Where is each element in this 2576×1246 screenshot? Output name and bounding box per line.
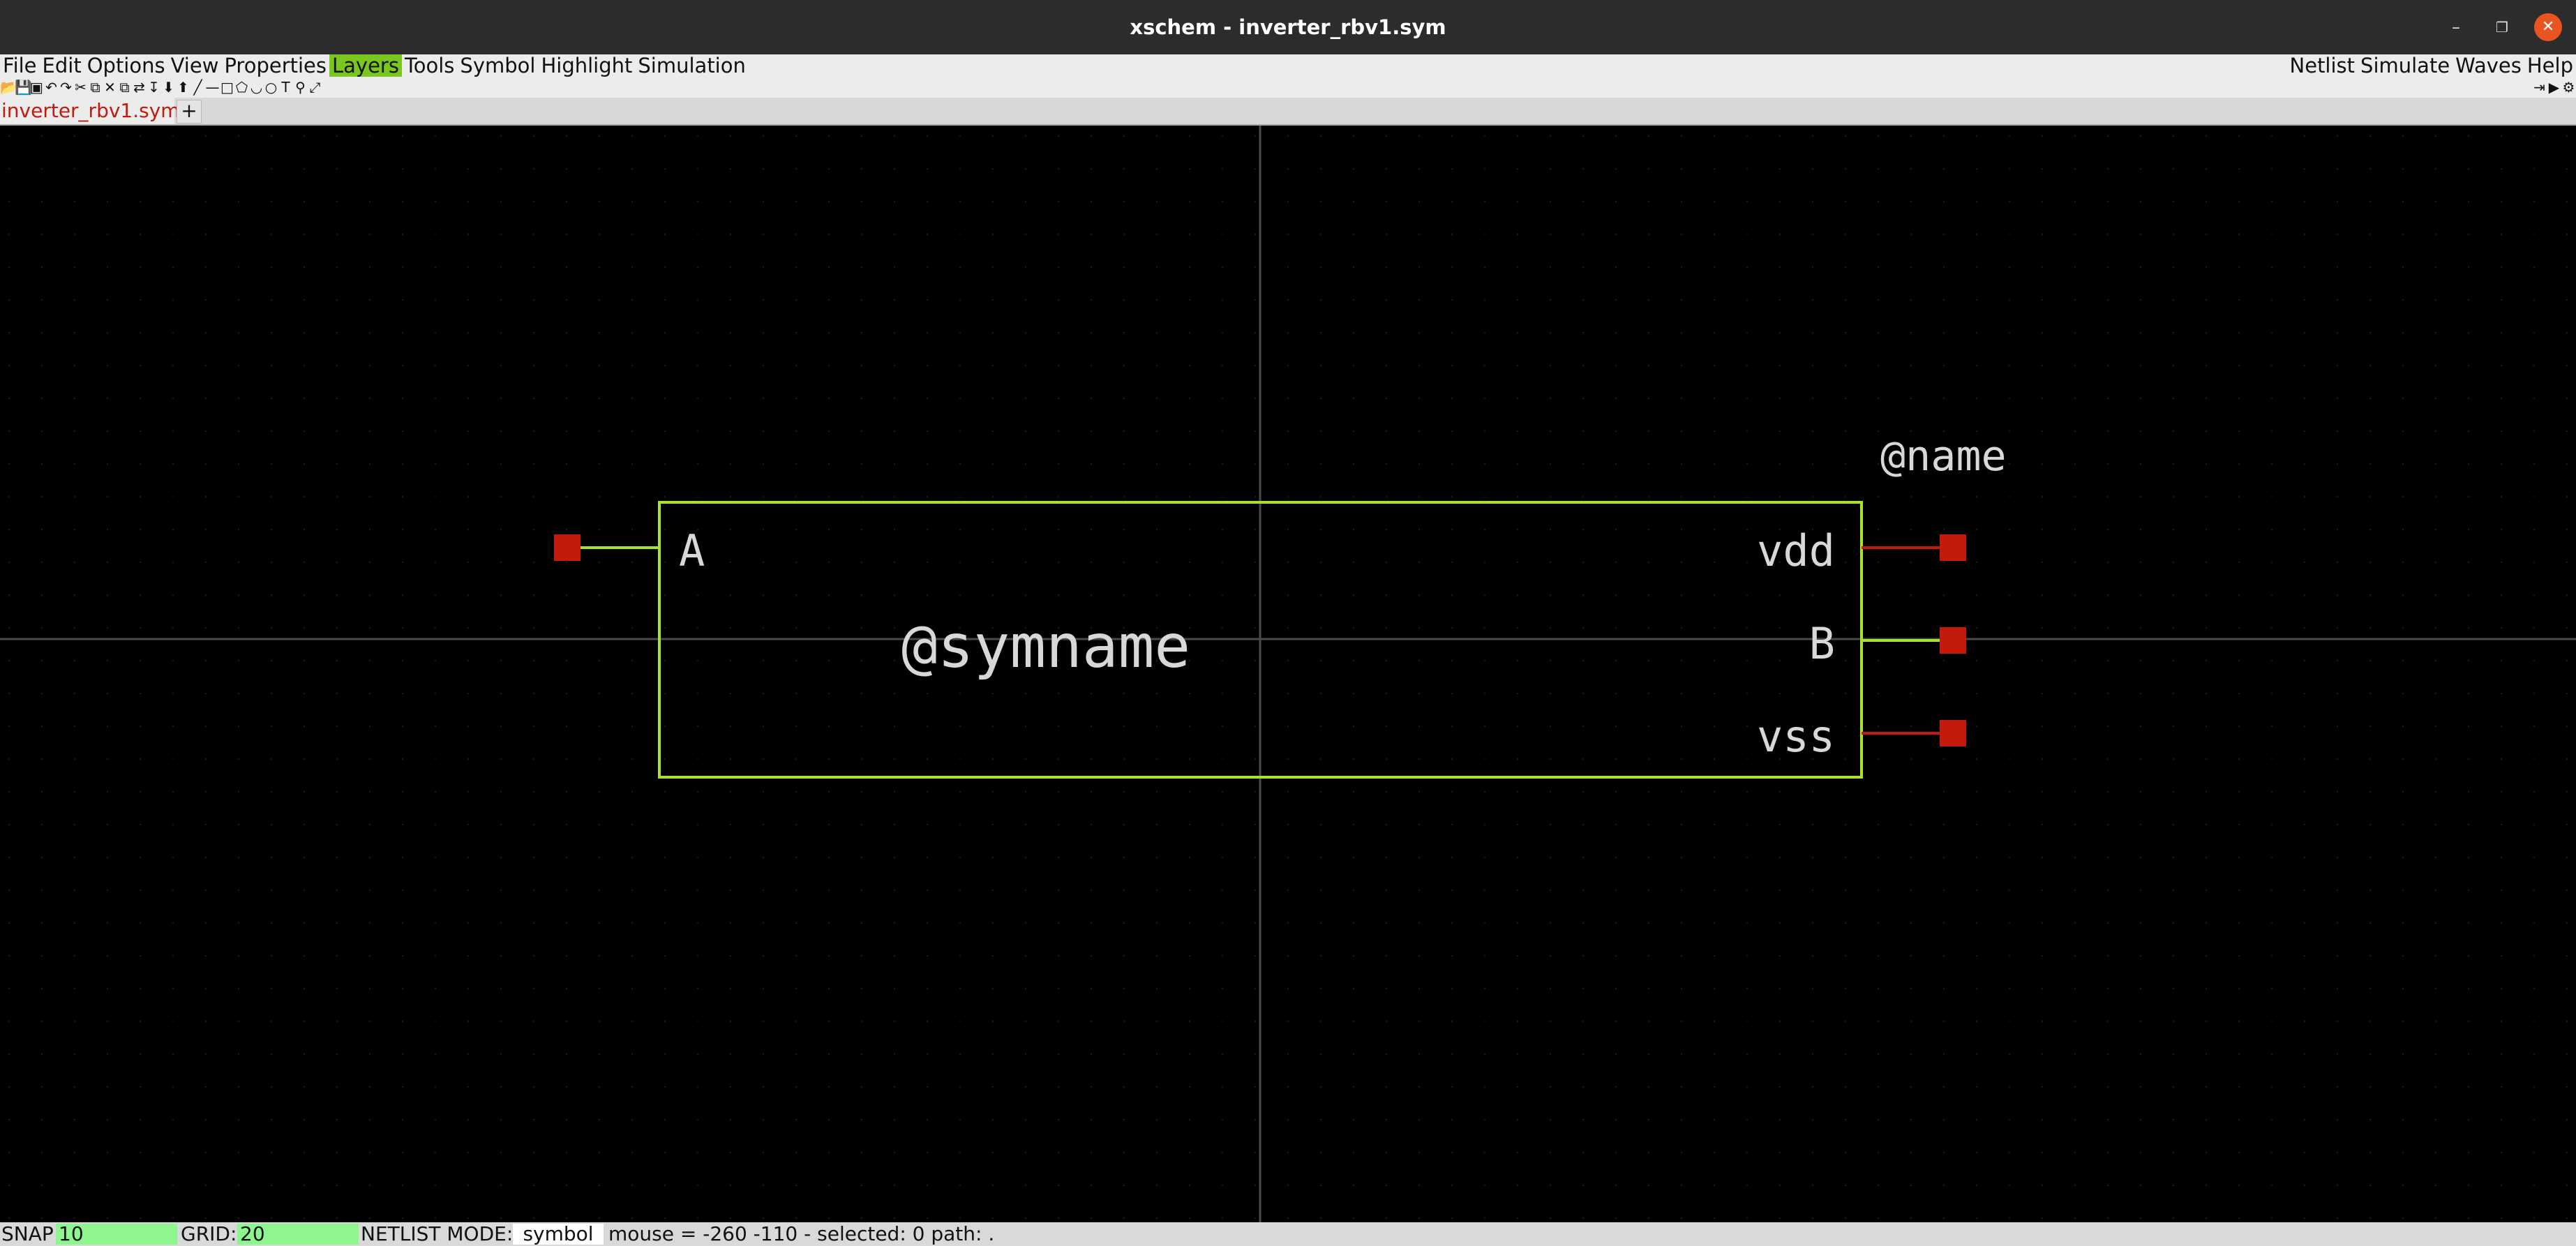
circle-icon[interactable]: ○ <box>264 78 278 96</box>
tab-inverter-rbv1[interactable]: inverter_rbv1.sym <box>0 98 180 124</box>
menu-waves[interactable]: Waves <box>2453 54 2524 77</box>
menu-layers[interactable]: Layers <box>329 54 402 77</box>
menu-file[interactable]: File <box>0 54 40 77</box>
menu-help[interactable]: Help <box>2524 54 2576 77</box>
insert-symbol-icon[interactable]: ↧ <box>147 78 161 96</box>
ascend-icon[interactable]: ⬆ <box>176 78 190 96</box>
delete-icon[interactable]: ✕ <box>103 78 117 96</box>
status-bar: SNAP: 10 GRID: 20 NETLIST MODE: symbol m… <box>0 1222 2576 1246</box>
zoom-icon[interactable]: ⚲ <box>293 78 308 96</box>
grid-value-field[interactable]: 20 <box>237 1224 359 1245</box>
pin-vss-label: vss <box>1757 711 1835 762</box>
mouse-status-text: mouse = -260 -110 - selected: 0 path: . <box>608 1222 995 1245</box>
restore-icon[interactable]: ❐ <box>2488 13 2516 41</box>
instance-name-label: @name <box>1880 432 2007 481</box>
duplicate-icon[interactable]: ⧉ <box>117 78 132 96</box>
menu-simulation[interactable]: Simulation <box>635 54 748 77</box>
toolbar: 📂💾▣ ↶ ↷ ✂ ⧉ ✕ ⧉ ⇄ ↧ ⬇ ⬆ ╱ —□ ⬠ ◡ ○ T ⚲ ⤢ ⇥ ▶ ⚙ <box>0 77 2576 98</box>
wire-icon[interactable]: ╱ <box>190 78 205 96</box>
schematic-drawing: A vdd B vss @symname @name <box>0 126 2576 1222</box>
grid-dots <box>0 126 2576 1222</box>
pin-vdd-box[interactable] <box>1940 534 1966 561</box>
collapse-toolbar-icon[interactable]: ⇥ <box>2532 78 2547 96</box>
pin-a-box[interactable] <box>554 534 581 561</box>
forward-icon[interactable]: ▶ <box>2547 78 2561 96</box>
zoom-fit-icon[interactable]: ⤢ <box>308 78 322 96</box>
menu-bar: File Edit Options View Properties Layers Tools… <box>0 54 2576 77</box>
descend-icon[interactable]: ⬇ <box>161 78 176 96</box>
polygon-icon[interactable]: ⬠ <box>234 78 249 96</box>
grid-label: GRID: <box>181 1222 237 1245</box>
settings-icon[interactable]: ⚙ <box>2561 78 2576 96</box>
menu-netlist[interactable]: Netlist <box>2287 54 2358 77</box>
rect-icon[interactable]: □ <box>220 78 234 96</box>
menu-view[interactable]: View <box>168 54 222 77</box>
pin-b-box[interactable] <box>1940 627 1966 654</box>
new-window-icon[interactable]: ▣ <box>29 78 44 96</box>
cut-icon[interactable]: ✂ <box>73 78 88 96</box>
netlist-mode-value[interactable]: symbol <box>513 1224 604 1245</box>
move-icon[interactable]: ⇄ <box>132 78 147 96</box>
menu-tools[interactable]: Tools <box>402 54 457 77</box>
pin-a-label: A <box>679 525 705 576</box>
minimize-icon[interactable]: – <box>2442 13 2470 41</box>
snap-label: SNAP: <box>1 1222 61 1245</box>
close-icon[interactable]: ✕ <box>2534 13 2562 41</box>
pin-vss-box[interactable] <box>1940 720 1966 746</box>
redo-icon[interactable]: ↷ <box>59 78 73 96</box>
line-icon[interactable]: — <box>205 78 220 96</box>
text-icon[interactable]: T <box>278 78 293 96</box>
copy-icon[interactable]: ⧉ <box>88 78 103 96</box>
menu-highlight[interactable]: Highlight <box>538 54 635 77</box>
window-title: xschem - inverter_rbv1.sym <box>1130 15 1446 39</box>
menu-simulate[interactable]: Simulate <box>2358 54 2453 77</box>
pin-vdd-label: vdd <box>1757 525 1835 576</box>
arc-icon[interactable]: ◡ <box>249 78 264 96</box>
menu-symbol[interactable]: Symbol <box>457 54 538 77</box>
title-bar: xschem - inverter_rbv1.sym – ❐ ✕ <box>0 0 2576 54</box>
snap-value-field[interactable]: 10 <box>56 1224 177 1245</box>
save-icon[interactable]: 💾 <box>15 78 32 96</box>
menu-edit[interactable]: Edit <box>40 54 84 77</box>
schematic-canvas[interactable]: A vdd B vss @symname @name <box>0 126 2576 1222</box>
tab-bar: inverter_rbv1.sym + <box>0 98 2576 126</box>
pin-b-label: B <box>1809 618 1835 669</box>
menu-options[interactable]: Options <box>84 54 168 77</box>
symname-label: @symname <box>901 612 1190 682</box>
open-icon[interactable]: 📂 <box>0 78 17 96</box>
menu-properties[interactable]: Properties <box>221 54 329 77</box>
netlist-mode-label: NETLIST MODE: <box>361 1222 514 1245</box>
undo-icon[interactable]: ↶ <box>44 78 59 96</box>
add-tab-button[interactable]: + <box>177 100 202 123</box>
